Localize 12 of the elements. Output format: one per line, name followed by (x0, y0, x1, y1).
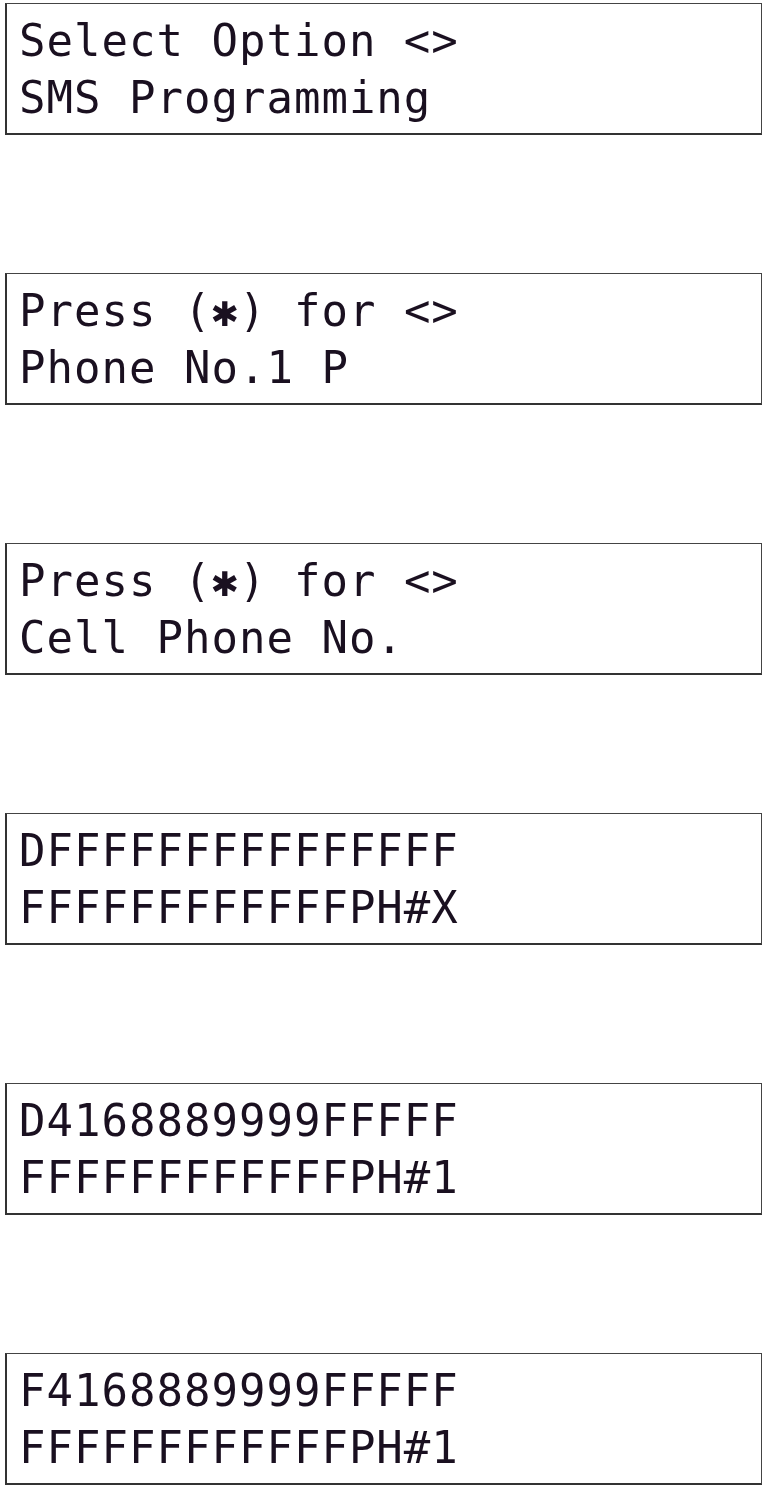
display-line: SMS Programming (19, 71, 433, 125)
display-line: Cell Phone No. (19, 611, 405, 665)
display-line: FFFFFFFFFFFFPH#1 (19, 1151, 460, 1205)
display-line: FFFFFFFFFFFFPH#X (19, 881, 460, 935)
display-line: Phone No.1 P (19, 341, 350, 395)
display-line: Select Option <> (19, 14, 460, 68)
display-line: D4168889999FFFFF (19, 1094, 460, 1148)
display-line: DFFFFFFFFFFFFFFF (19, 824, 460, 878)
display-line: Press (✱) for <> (19, 554, 460, 608)
display-line: FFFFFFFFFFFFPH#1 (19, 1421, 460, 1475)
display-line: F4168889999FFFFF (19, 1364, 460, 1418)
display-line: Press (✱) for <> (19, 284, 460, 338)
